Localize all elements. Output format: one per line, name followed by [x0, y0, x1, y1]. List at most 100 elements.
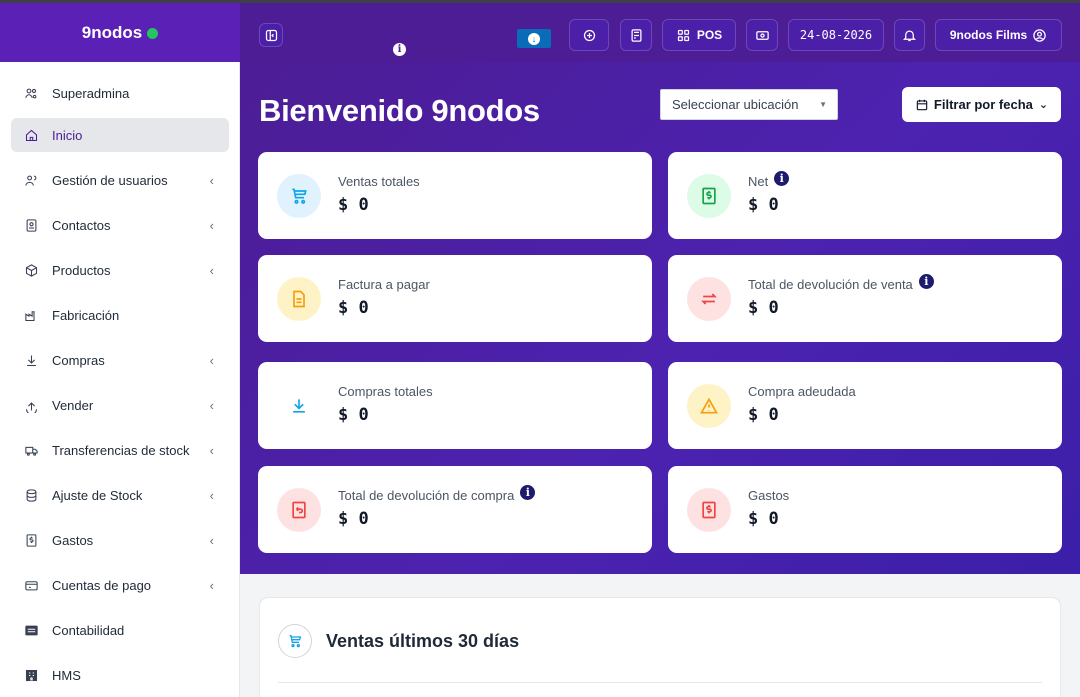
stat-value: $ 0	[748, 509, 779, 529]
stat-icon-circle	[687, 384, 731, 428]
chevron-left-icon: ‹	[209, 353, 214, 368]
stat-value: $ 0	[748, 405, 779, 425]
stat-label-text: Total de devolución de compra	[338, 488, 515, 503]
date-filter-label: Filtrar por fecha	[933, 97, 1033, 112]
sidebar-item-vender[interactable]: Vender ‹	[11, 388, 229, 422]
location-select[interactable]: Seleccionar ubicación ▼	[660, 89, 838, 120]
chevron-left-icon: ‹	[209, 578, 214, 593]
money-icon	[755, 30, 769, 40]
stat-card: Gastos $ 0	[668, 466, 1062, 553]
chevron-left-icon: ‹	[209, 488, 214, 503]
info-icon[interactable]: i	[918, 274, 934, 289]
stat-label: Total de devolución de venta i	[748, 274, 934, 292]
stat-icon-circle	[687, 488, 731, 532]
user-name: 9nodos Films	[949, 28, 1028, 42]
stat-value: $ 0	[748, 298, 779, 318]
pos-button[interactable]: POS	[662, 19, 736, 51]
chevron-left-icon: ‹	[209, 173, 214, 188]
sidebar-item-label: Cuentas de pago	[52, 577, 152, 593]
stat-label-text: Compra adeudada	[748, 384, 856, 399]
download-icon	[293, 399, 305, 413]
stat-icon-circle	[277, 277, 321, 321]
sidebar-item-superadmina[interactable]: Superadmina	[11, 76, 229, 110]
download-icon: ↓	[528, 32, 540, 45]
exchange-icon	[701, 293, 717, 305]
notifications-button[interactable]	[894, 19, 925, 51]
current-date[interactable]: 24-08-2026	[788, 19, 884, 51]
info-icon[interactable]: i	[520, 485, 536, 500]
stat-label: Compra adeudada	[748, 384, 856, 399]
stat-value: $ 0	[338, 509, 369, 529]
sidebar-toggle-button[interactable]	[259, 23, 283, 47]
return-receipt-icon	[292, 501, 306, 519]
warning-icon	[700, 397, 718, 414]
calendar-icon	[916, 99, 928, 110]
cube-icon	[23, 262, 39, 278]
sidebar-item-hms[interactable]: HMS	[11, 658, 229, 692]
sidebar-item-inicio[interactable]: Inicio	[11, 118, 229, 152]
caret-down-icon: ▼	[819, 100, 827, 109]
plus-circle-icon	[583, 29, 595, 41]
info-icon[interactable]: i	[774, 171, 790, 186]
sidebar-item-label: Vender	[52, 397, 94, 413]
sidebar-item-cuentas-de-pago[interactable]: Cuentas de pago ‹	[11, 568, 229, 602]
date-filter-button[interactable]: Filtrar por fecha ⌄	[902, 87, 1061, 122]
sidebar-toggle-icon	[265, 29, 277, 41]
sidebar-item-gestion-de-usuarios[interactable]: Gestión de usuarios ‹	[11, 163, 229, 197]
stat-card: Compras totales $ 0	[258, 362, 652, 449]
cash-register-button[interactable]	[746, 19, 778, 51]
sidebar-item-productos[interactable]: Productos ‹	[11, 253, 229, 287]
stat-icon-circle	[277, 384, 321, 428]
sidebar-item-label: Gestión de usuarios	[52, 172, 168, 188]
stat-label: Ventas totales	[338, 174, 420, 189]
sidebar-item-label: Inicio	[52, 127, 83, 143]
stat-card: Total de devolución de compra i $ 0	[258, 466, 652, 553]
stat-icon-circle	[687, 277, 731, 321]
truck-icon	[23, 442, 39, 458]
online-status-dot	[147, 28, 159, 39]
sidebar-item-label: Superadmina	[52, 85, 130, 101]
sidebar-item-ajuste-de-stock[interactable]: Ajuste de Stock ‹	[11, 478, 229, 512]
calculator-button[interactable]	[620, 19, 652, 51]
stat-label: Factura a pagar	[338, 277, 430, 292]
chevron-left-icon: ‹	[209, 263, 214, 278]
user-menu-button[interactable]: 9nodos Films	[935, 19, 1062, 51]
stat-label-text: Total de devolución de venta	[748, 277, 913, 292]
stat-card: Total de devolución de venta i $ 0	[668, 255, 1062, 342]
stat-card: Compra adeudada $ 0	[668, 362, 1062, 449]
stat-value: $ 0	[338, 405, 369, 425]
stat-label: Net i	[748, 171, 790, 189]
add-button[interactable]	[569, 19, 609, 51]
stat-label-text: Ventas totales	[338, 174, 420, 189]
sidebar-item-gastos[interactable]: Gastos ‹	[11, 523, 229, 557]
stat-card: Factura a pagar $ 0	[258, 255, 652, 342]
credit-card-icon	[23, 577, 39, 593]
stat-label-text: Compras totales	[338, 384, 433, 399]
stat-value: $ 0	[338, 195, 369, 215]
stat-icon-circle	[277, 488, 321, 532]
sidebar-item-label: Productos	[52, 262, 111, 278]
chevron-left-icon: ‹	[209, 443, 214, 458]
sidebar-item-label: Ajuste de Stock	[52, 487, 143, 503]
sidebar-item-contactos[interactable]: Contactos ‹	[11, 208, 229, 242]
chevron-down-icon: ⌄	[1038, 99, 1049, 111]
chevron-left-icon: ‹	[209, 533, 214, 548]
users-cog-icon	[23, 85, 39, 101]
sidebar-item-fabricacion[interactable]: Fabricación	[11, 298, 229, 332]
stat-label: Compras totales	[338, 384, 433, 399]
stat-label: Total de devolución de compra i	[338, 485, 536, 503]
brand[interactable]: 9nodos	[0, 3, 240, 62]
money-receipt-icon	[702, 187, 716, 205]
sidebar-item-compras[interactable]: Compras ‹	[11, 343, 229, 377]
stat-label-text: Net	[748, 174, 769, 189]
page-title: Bienvenido 9nodos	[259, 93, 540, 128]
sidebar-item-contabilidad[interactable]: Contabilidad	[11, 613, 229, 647]
sidebar-item-label: Contabilidad	[52, 622, 125, 638]
calculator-icon	[631, 28, 641, 42]
chevron-left-icon: ‹	[209, 398, 214, 413]
info-icon[interactable]: i	[393, 43, 406, 56]
cart-icon	[289, 635, 302, 648]
download-button[interactable]: ↓	[517, 29, 551, 48]
contact-card-icon	[23, 217, 39, 233]
sidebar-item-transferencias-de-stock[interactable]: Transferencias de stock ‹	[11, 433, 229, 467]
